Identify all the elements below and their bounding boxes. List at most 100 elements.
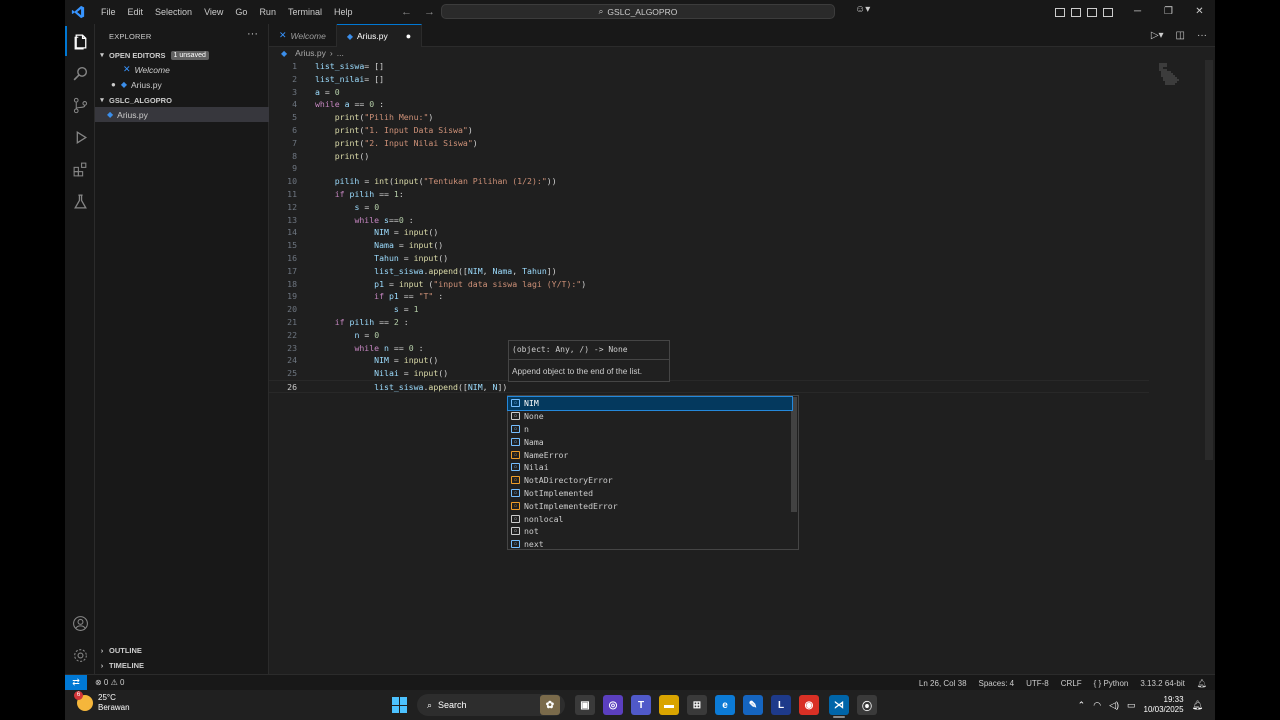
timeline-section[interactable]: › TIMELINE [95, 658, 269, 673]
code-line[interactable]: 17 list_siswa.append([NIM, Nama, Tahun]) [269, 265, 1149, 278]
l-app-icon[interactable]: L [771, 695, 791, 715]
code-line[interactable]: 26 list_siswa.append([NIM, N]) [269, 380, 1149, 393]
suggestion-item[interactable]: ▫ None [508, 410, 792, 423]
testing-icon[interactable] [65, 186, 95, 216]
toggle-sidebar-icon[interactable] [1071, 7, 1081, 17]
notifications-icon[interactable]: 🔔︎ [1192, 700, 1203, 711]
code-line[interactable]: 24 NIM = input() [269, 354, 1149, 367]
notifications-bell-icon[interactable]: 🔔︎ [1197, 679, 1207, 688]
clock[interactable]: 19:33 10/03/2025 [1144, 695, 1184, 715]
wifi-icon[interactable]: ◠ [1093, 700, 1101, 711]
run-debug-icon[interactable] [65, 122, 95, 152]
minimize-icon[interactable]: ─ [1122, 0, 1153, 24]
code-line[interactable]: 10 pilih = int(input("Tentukan Pilihan (… [269, 175, 1149, 188]
menu-help[interactable]: Help [328, 0, 359, 24]
code-line[interactable]: 6 print("1. Input Data Siswa") [269, 124, 1149, 137]
code-line[interactable]: 15 Nama = input() [269, 239, 1149, 252]
outline-section[interactable]: › OUTLINE [95, 643, 269, 658]
suggestion-item[interactable]: ▫ nonlocal [508, 512, 792, 525]
breadcrumb-more[interactable]: ... [337, 48, 344, 58]
code-line[interactable]: 5 print("Pilih Menu:") [269, 111, 1149, 124]
store-icon[interactable]: ⊞ [687, 695, 707, 715]
vscode-taskbar-icon[interactable]: ⋊ [829, 695, 849, 715]
editor-app-icon[interactable]: ✎ [743, 695, 763, 715]
close-icon[interactable]: ✕ [1184, 0, 1215, 24]
code-line[interactable]: 16 Tahun = input() [269, 252, 1149, 265]
open-editor-welcome[interactable]: ✕ Welcome [95, 62, 269, 77]
source-control-icon[interactable] [65, 90, 95, 120]
menu-file[interactable]: File [95, 0, 122, 24]
open-editor-arius[interactable]: ● ◆ Arius.py [95, 77, 269, 92]
unsaved-dot-icon[interactable]: ● [406, 31, 411, 41]
code-line[interactable]: 19 if p1 == "T" : [269, 290, 1149, 303]
problems-count[interactable]: ⊗ 0 ⚠ 0 [95, 678, 124, 687]
teams-icon[interactable]: T [631, 695, 651, 715]
chrome-icon[interactable]: ◉ [799, 695, 819, 715]
search-icon[interactable] [65, 58, 95, 88]
suggestion-item[interactable]: ▫ Nilai [508, 461, 792, 474]
code-line[interactable]: 18 p1 = input ("input data siswa lagi (Y… [269, 278, 1149, 291]
back-arrow-icon[interactable]: ← [401, 6, 412, 18]
weather-widget[interactable]: 6 25°C Berawan [74, 691, 130, 713]
code-line[interactable]: 25 Nilai = input() [269, 367, 1149, 380]
task-view-icon[interactable]: ▣ [575, 695, 595, 715]
settings-gear-icon[interactable] [65, 640, 95, 670]
suggestion-item[interactable]: ▫ NIM [507, 396, 793, 411]
code-line[interactable]: 20 s = 1 [269, 303, 1149, 316]
code-line[interactable]: 8 print() [269, 150, 1149, 163]
code-line[interactable]: 22 n = 0 [269, 329, 1149, 342]
end-of-line[interactable]: CRLF [1061, 679, 1082, 688]
suggestion-item[interactable]: ▫ NotImplementedError [508, 499, 792, 512]
suggestion-item[interactable]: ▫ n [508, 423, 792, 436]
file-arius[interactable]: ◆ Arius.py [95, 107, 269, 122]
suggestion-item[interactable]: ▫ NotADirectoryError [508, 474, 792, 487]
code-line[interactable]: 1 list_siswa= [] [269, 60, 1149, 73]
python-interpreter[interactable]: 3.13.2 64-bit [1140, 679, 1184, 688]
suggestion-item[interactable]: ▫ next [508, 538, 792, 551]
show-hidden-icons-icon[interactable]: ⌃ [1078, 700, 1086, 711]
code-line[interactable]: 13 while s==0 : [269, 214, 1149, 227]
toggle-secondary-sidebar-icon[interactable] [1103, 7, 1113, 17]
encoding[interactable]: UTF-8 [1026, 679, 1049, 688]
code-line[interactable]: 4 while a == 0 : [269, 98, 1149, 111]
code-line[interactable]: 21 if pilih == 2 : [269, 316, 1149, 329]
copilot-icon[interactable]: ☺▾ [855, 4, 870, 15]
forward-arrow-icon[interactable]: → [424, 6, 435, 18]
code-line[interactable]: 7 print("2. Input Nilai Siswa") [269, 137, 1149, 150]
code-line[interactable]: 9 [269, 162, 1149, 175]
code-line[interactable]: 14 NIM = input() [269, 226, 1149, 239]
file-explorer-icon[interactable]: ▬ [659, 695, 679, 715]
cat-widget-icon[interactable]: ✿ [540, 695, 560, 715]
editor-scrollbar[interactable] [1205, 60, 1213, 460]
command-center[interactable]: ⌕ GSLC_ALGOPRO [441, 4, 835, 19]
copilot-app-icon[interactable]: ◎ [603, 695, 623, 715]
suggestion-item[interactable]: ▫ NotImplemented [508, 487, 792, 500]
suggestion-item[interactable]: ▫ Nama [508, 435, 792, 448]
extensions-icon[interactable] [65, 154, 95, 184]
menu-view[interactable]: View [198, 0, 229, 24]
toggle-panel-icon[interactable] [1087, 7, 1097, 17]
code-line[interactable]: 3 a = 0 [269, 86, 1149, 99]
menu-run[interactable]: Run [253, 0, 282, 24]
remote-indicator-icon[interactable]: ⇄ [65, 674, 87, 690]
more-actions-icon[interactable]: ··· [1197, 30, 1207, 41]
indentation[interactable]: Spaces: 4 [979, 679, 1015, 688]
menu-selection[interactable]: Selection [149, 0, 198, 24]
code-line[interactable]: 23 while n == 0 : [269, 342, 1149, 355]
restore-icon[interactable]: ❐ [1153, 0, 1184, 24]
code-line[interactable]: 11 if pilih == 1: [269, 188, 1149, 201]
menu-go[interactable]: Go [229, 0, 253, 24]
folder-header[interactable]: ▾ GSLC_ALGOPRO [95, 93, 269, 107]
account-icon[interactable] [65, 608, 95, 638]
edge-icon[interactable]: e [715, 695, 735, 715]
open-editors-header[interactable]: ▾ OPEN EDITORS 1 unsaved [95, 48, 269, 62]
volume-icon[interactable]: ◁) [1109, 700, 1119, 711]
obs-icon[interactable]: ⦿ [857, 695, 877, 715]
minimap[interactable] [1157, 62, 1181, 86]
explorer-icon[interactable] [65, 26, 95, 56]
cursor-position[interactable]: Ln 26, Col 38 [919, 679, 967, 688]
code-line[interactable]: 12 s = 0 [269, 201, 1149, 214]
run-file-icon[interactable]: ▷▾ [1151, 30, 1164, 41]
code-line[interactable]: 2 list_nilai= [] [269, 73, 1149, 86]
tab-arius[interactable]: ◆ Arius.py ● [336, 24, 423, 47]
